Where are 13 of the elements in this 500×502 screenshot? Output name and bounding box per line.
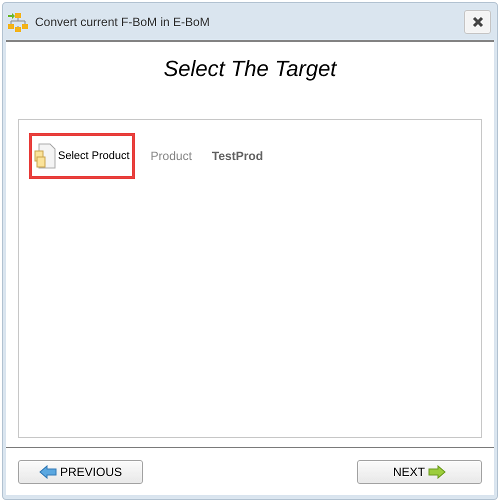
close-icon [472, 16, 484, 28]
window-title: Convert current F-BoM in E-BoM [35, 14, 210, 28]
page-heading: Select The Target [162, 56, 338, 82]
left-arrow-icon [38, 464, 57, 478]
select-product-button[interactable]: Select Product [29, 133, 135, 179]
right-arrow-icon [428, 464, 446, 478]
previous-button[interactable]: PREVIOUS [18, 460, 143, 484]
documents-icon [34, 143, 56, 169]
hierarchy-icon [7, 12, 29, 32]
field-label: Product [150, 149, 192, 163]
close-button[interactable] [464, 10, 491, 34]
field-value: TestProd [212, 149, 264, 163]
next-button[interactable]: NEXT [357, 460, 482, 484]
